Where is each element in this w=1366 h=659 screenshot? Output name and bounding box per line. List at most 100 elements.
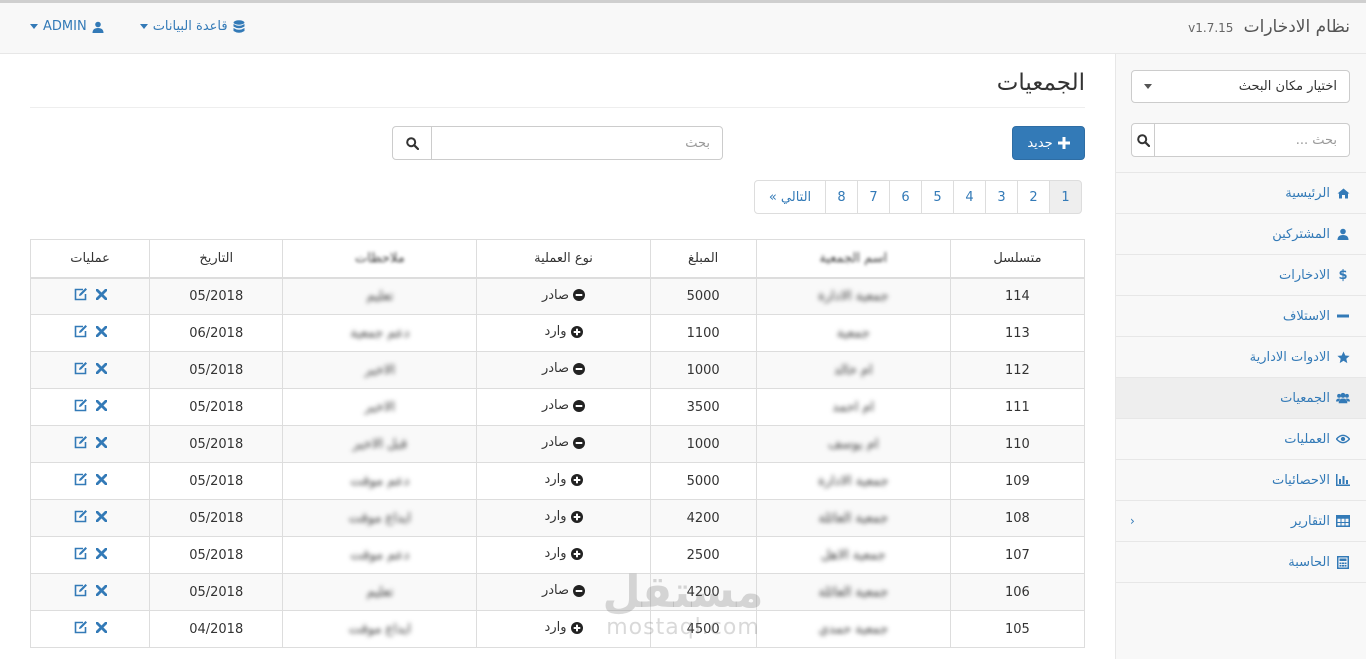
col-amount[interactable]: المبلغ: [649, 239, 757, 279]
cell-serial: 107: [949, 536, 1086, 574]
table-header-row: متسلسل اسم الجمعية المبلغ نوع العملية مل…: [29, 239, 1086, 279]
pagination-page-6[interactable]: 6: [889, 180, 922, 214]
cell-serial: 114: [949, 277, 1086, 315]
delete-icon[interactable]: [95, 362, 107, 374]
title-divider: [30, 107, 1085, 108]
cell-name: ام احمد: [755, 388, 951, 426]
cell-serial: 109: [949, 462, 1086, 500]
cell-amount: 5000: [649, 277, 757, 315]
cell-ops: [29, 573, 151, 611]
sidebar-item-subscribers[interactable]: المشتركين: [1116, 214, 1366, 255]
edit-icon[interactable]: [74, 620, 88, 634]
edit-icon[interactable]: [74, 546, 88, 560]
app-title: نظام الادخارات: [1243, 17, 1350, 37]
sidebar-item-operations[interactable]: العمليات: [1116, 419, 1366, 460]
cell-amount: 1100: [649, 314, 757, 352]
cell-type: وارد: [476, 314, 651, 352]
cell-serial: 111: [949, 388, 1086, 426]
edit-icon[interactable]: [74, 287, 88, 301]
minus-circle-icon: [573, 362, 586, 375]
sidebar-item-admin-tools[interactable]: الادوات الادارية: [1116, 337, 1366, 378]
new-association-button[interactable]: جديد: [1012, 126, 1085, 160]
sidebar-item-label: الاحصائيات: [1271, 472, 1330, 488]
page-title: الجمعيات: [996, 70, 1085, 96]
edit-icon[interactable]: [74, 435, 88, 449]
delete-icon[interactable]: [95, 399, 107, 411]
table-row: 112 ام خالد 1000 صادر الاخير 05/2018: [29, 351, 1086, 389]
search-place-select[interactable]: اختيار مكان البحث: [1131, 70, 1350, 103]
edit-icon[interactable]: [74, 324, 88, 338]
sidebar-item-savings[interactable]: الادخارات $: [1116, 255, 1366, 296]
edit-icon[interactable]: [74, 583, 88, 597]
cell-serial: 110: [949, 425, 1086, 463]
user-menu[interactable]: ADMIN: [30, 19, 104, 34]
sidebar-item-associations[interactable]: الجمعيات: [1116, 378, 1366, 419]
cell-type: وارد: [476, 462, 651, 500]
edit-icon[interactable]: [74, 509, 88, 523]
sidebar-search-input[interactable]: [1155, 123, 1350, 157]
cell-amount: 4200: [649, 499, 757, 537]
col-notes[interactable]: ملاحظات: [282, 239, 478, 279]
col-name[interactable]: اسم الجمعية: [755, 239, 951, 279]
cell-notes: ايداع موقت: [282, 610, 478, 648]
pagination-page-5[interactable]: 5: [921, 180, 954, 214]
edit-icon[interactable]: [74, 472, 88, 486]
chevron-right-icon: ›: [1130, 514, 1135, 528]
delete-icon[interactable]: [95, 288, 107, 300]
pagination-page-7[interactable]: 7: [857, 180, 890, 214]
sidebar: اختيار مكان البحث الرئيسية المشتركين الا…: [1115, 54, 1366, 659]
delete-icon[interactable]: [95, 473, 107, 485]
cell-notes: ايداع موقت: [282, 499, 478, 537]
bar-chart-icon: [1336, 474, 1350, 486]
sidebar-item-loans[interactable]: الاستلاف: [1116, 296, 1366, 337]
sidebar-item-label: التقارير: [1290, 513, 1330, 529]
delete-icon[interactable]: [95, 510, 107, 522]
edit-icon[interactable]: [74, 398, 88, 412]
sidebar-item-home[interactable]: الرئيسية: [1116, 173, 1366, 214]
delete-icon[interactable]: [95, 547, 107, 559]
delete-icon[interactable]: [95, 621, 107, 633]
pagination-next[interactable]: التالي »: [754, 180, 826, 214]
sidebar-item-reports[interactable]: › التقارير: [1116, 501, 1366, 542]
col-serial[interactable]: متسلسل: [949, 239, 1086, 279]
pagination-page-4[interactable]: 4: [953, 180, 986, 214]
cell-ops: [29, 388, 151, 426]
cell-name: ام يوسف: [755, 425, 951, 463]
user-icon: [1337, 228, 1349, 240]
cell-name: ام خالد: [755, 351, 951, 389]
delete-icon[interactable]: [95, 436, 107, 448]
main-search-input[interactable]: [432, 126, 723, 160]
cell-amount: 1000: [649, 425, 757, 463]
cell-ops: [29, 277, 151, 315]
cell-type: صادر: [476, 573, 651, 611]
cell-amount: 1000: [649, 351, 757, 389]
sidebar-item-calculator[interactable]: الحاسبة: [1116, 542, 1366, 583]
table-row: 107 جمعية الاهل 2500 وارد دعم موقت 05/2018: [29, 536, 1086, 574]
cell-date: 05/2018: [149, 462, 284, 500]
cell-ops: [29, 610, 151, 648]
pagination-page-1[interactable]: 1: [1049, 180, 1082, 214]
cell-ops: [29, 351, 151, 389]
calculator-icon: [1337, 555, 1349, 569]
sidebar-search-button[interactable]: [1131, 123, 1155, 157]
delete-icon[interactable]: [95, 325, 107, 337]
pagination-page-3[interactable]: 3: [985, 180, 1018, 214]
col-type[interactable]: نوع العملية: [476, 239, 651, 279]
plus-circle-icon: [570, 510, 583, 523]
pagination-page-2[interactable]: 2: [1017, 180, 1050, 214]
col-date[interactable]: التاريخ: [149, 239, 284, 279]
delete-icon[interactable]: [95, 584, 107, 596]
database-menu[interactable]: قاعدة البيانات: [139, 19, 245, 34]
table-row: 111 ام احمد 3500 صادر الاخير 05/2018: [29, 388, 1086, 426]
main-search-button[interactable]: [392, 126, 432, 160]
table-row: 108 جمعية العائلة 4200 وارد ايداع موقت 05/201…: [29, 499, 1086, 537]
operation-type-label: صادر: [541, 361, 570, 377]
pagination-page-8[interactable]: 8: [825, 180, 858, 214]
pagination: التالي » 8 7 6 5 4 3 2 1: [754, 180, 1082, 214]
app-brand[interactable]: نظام الادخارات v1.7.15: [1188, 17, 1350, 37]
cell-date: 05/2018: [149, 388, 284, 426]
edit-icon[interactable]: [74, 361, 88, 375]
database-menu-label: قاعدة البيانات: [152, 19, 228, 34]
sidebar-item-statistics[interactable]: الاحصائيات: [1116, 460, 1366, 501]
users-icon: [1336, 392, 1350, 404]
